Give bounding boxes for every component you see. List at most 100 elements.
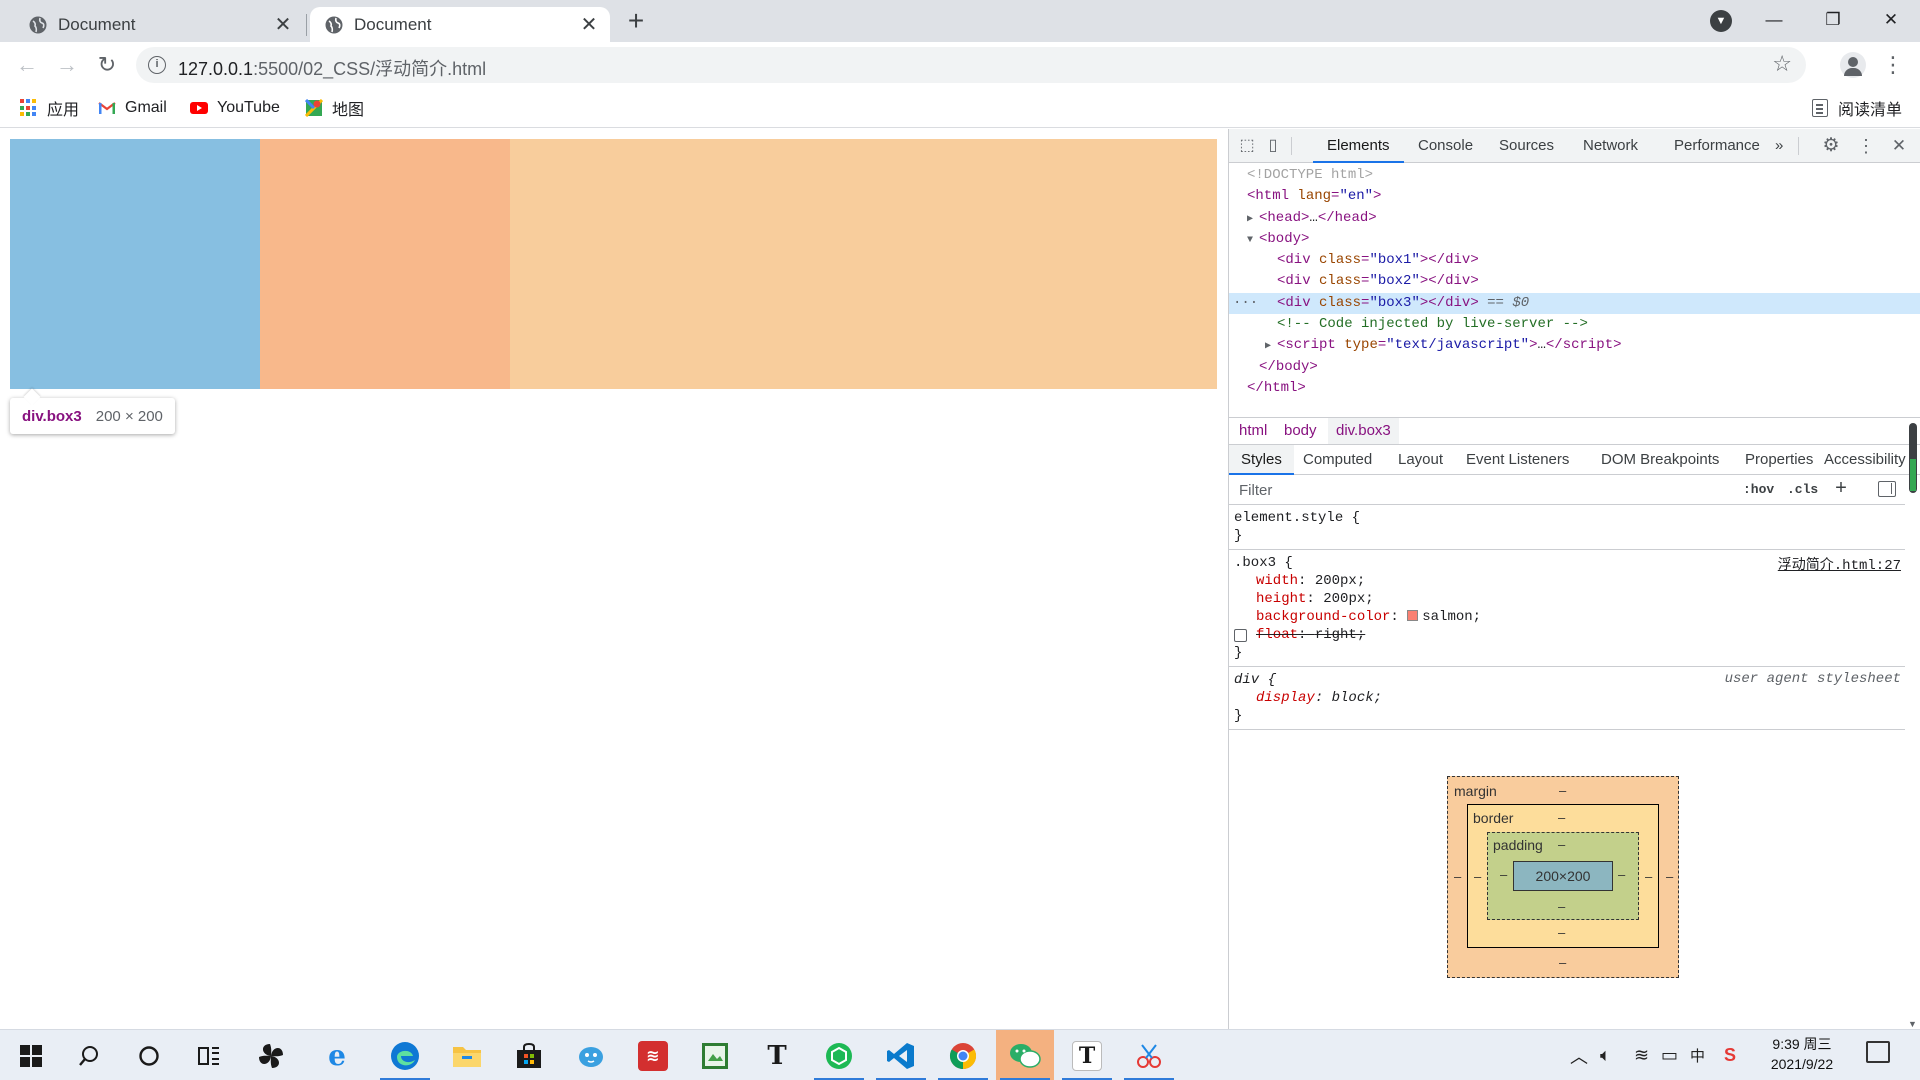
- profile-avatar-icon[interactable]: [1840, 52, 1866, 78]
- taskbar-edge[interactable]: [376, 1030, 434, 1080]
- info-icon[interactable]: i: [148, 56, 166, 74]
- back-arrow-icon[interactable]: ←: [12, 50, 42, 80]
- styles-scrollbar[interactable]: ▼: [1908, 419, 1918, 1029]
- hov-toggle[interactable]: :hov: [1743, 478, 1774, 502]
- page-box3-highlighted[interactable]: [510, 139, 1217, 389]
- tab-accessibility[interactable]: Accessibility: [1812, 445, 1918, 475]
- taskbar-ie[interactable]: e: [308, 1030, 366, 1080]
- tray-chevron-icon[interactable]: ︿: [1570, 1030, 1588, 1080]
- dom-node-box2[interactable]: <div class="box2"></div>: [1229, 271, 1920, 292]
- taskbar-app[interactable]: [242, 1030, 300, 1080]
- browser-tab[interactable]: Document ✕: [14, 7, 304, 42]
- dom-node-comment[interactable]: <!-- Code injected by live-server -->: [1229, 314, 1920, 335]
- taskbar-cortana[interactable]: [120, 1030, 178, 1080]
- minimize-button[interactable]: —: [1751, 2, 1797, 38]
- bookmark-apps[interactable]: 应用: [20, 96, 79, 120]
- window-close-button[interactable]: ✕: [1868, 2, 1914, 38]
- node-actions-dots-icon[interactable]: ···: [1233, 293, 1258, 314]
- volume-icon[interactable]: 🔈︎: [1600, 1030, 1611, 1080]
- breadcrumb-html[interactable]: html: [1231, 418, 1275, 444]
- dom-node-body-close[interactable]: </body>: [1229, 357, 1920, 378]
- page-box1[interactable]: [10, 139, 260, 389]
- reload-icon[interactable]: ↻: [92, 50, 122, 80]
- styles-filter-input[interactable]: [1233, 478, 1733, 502]
- tab-styles[interactable]: Styles: [1229, 445, 1294, 475]
- input-method-icon[interactable]: 中: [1690, 1030, 1705, 1080]
- device-toolbar-icon[interactable]: ▯: [1263, 136, 1283, 156]
- color-swatch-icon[interactable]: [1407, 610, 1419, 621]
- rule-source-link[interactable]: 浮动简介.html:27: [1778, 554, 1901, 574]
- taskbar-file-explorer[interactable]: [438, 1030, 496, 1080]
- taskbar-task-view[interactable]: [180, 1030, 238, 1080]
- cls-toggle[interactable]: .cls: [1787, 478, 1818, 502]
- taskbar-wechat[interactable]: [996, 1030, 1054, 1080]
- battery-icon[interactable]: ▭: [1661, 1030, 1678, 1080]
- page-box2[interactable]: [260, 139, 510, 389]
- taskbar-store[interactable]: [500, 1030, 558, 1080]
- dom-node-html-close[interactable]: </html>: [1229, 378, 1920, 399]
- dom-node-script[interactable]: ▶ <script type="text/javascript">…</scrip…: [1229, 335, 1920, 356]
- breadcrumb-body[interactable]: body: [1276, 418, 1325, 444]
- tab-dom-breakpoints[interactable]: DOM Breakpoints: [1589, 445, 1731, 475]
- dom-node-box1[interactable]: <div class="box1"></div>: [1229, 250, 1920, 271]
- taskbar-snip-app[interactable]: [1120, 1030, 1178, 1080]
- browser-tab-active[interactable]: Document ✕: [310, 7, 610, 42]
- taskbar-bird-app[interactable]: [562, 1030, 620, 1080]
- taskbar-clock[interactable]: 9:39 周三 2021/9/22: [1752, 1034, 1852, 1074]
- tab-performance[interactable]: Performance: [1660, 129, 1774, 163]
- tab-network[interactable]: Network: [1569, 129, 1652, 163]
- tab-console[interactable]: Console: [1404, 129, 1487, 163]
- style-property[interactable]: background-color: salmon;: [1234, 608, 1905, 626]
- url-text[interactable]: 127.0.0.1:5500/02_CSS/浮动简介.html: [178, 55, 486, 81]
- taskbar-chrome[interactable]: [934, 1030, 992, 1080]
- taskbar-vscode[interactable]: [872, 1030, 930, 1080]
- property-toggle-checkbox[interactable]: [1234, 629, 1247, 642]
- tab-search-icon[interactable]: ▼: [1710, 10, 1732, 32]
- tab-sources[interactable]: Sources: [1485, 129, 1568, 163]
- inspect-element-icon[interactable]: ⬚: [1237, 136, 1257, 156]
- style-property-disabled[interactable]: float: right;: [1234, 626, 1905, 644]
- new-tab-button[interactable]: +: [622, 7, 650, 36]
- bookmark-star-icon[interactable]: ☆: [1772, 51, 1792, 77]
- bookmark-gmail[interactable]: Gmail: [98, 96, 167, 120]
- tab-event-listeners[interactable]: Event Listeners: [1454, 445, 1581, 475]
- taskbar-typora[interactable]: T: [748, 1030, 806, 1080]
- expand-triangle-icon[interactable]: ▶: [1265, 336, 1277, 357]
- tab-computed[interactable]: Computed: [1291, 445, 1384, 475]
- wifi-icon[interactable]: ≋: [1634, 1030, 1649, 1080]
- taskbar-search[interactable]: [60, 1030, 118, 1080]
- forward-arrow-icon[interactable]: →: [52, 50, 82, 80]
- dom-node-body[interactable]: ▼ <body>: [1229, 229, 1920, 250]
- more-tabs-chevron-icon[interactable]: »: [1769, 129, 1789, 163]
- style-property[interactable]: width: 200px;: [1234, 572, 1905, 590]
- tab-layout[interactable]: Layout: [1386, 445, 1455, 475]
- box-model-content[interactable]: 200×200: [1513, 861, 1613, 891]
- computed-sidebar-toggle-icon[interactable]: [1878, 481, 1896, 497]
- maximize-button[interactable]: ❐: [1810, 2, 1856, 38]
- bookmark-maps[interactable]: 地图: [305, 96, 364, 120]
- dom-node-html[interactable]: <html lang="en">: [1229, 186, 1920, 207]
- new-style-rule-plus-icon[interactable]: +: [1835, 478, 1847, 502]
- dom-node-box3-selected[interactable]: ··· <div class="box3"></div> == $0: [1229, 292, 1920, 315]
- settings-gear-icon[interactable]: ⚙: [1821, 136, 1841, 156]
- bookmark-youtube[interactable]: YouTube: [190, 96, 280, 120]
- start-button[interactable]: [2, 1030, 60, 1080]
- dom-node-doctype[interactable]: <!DOCTYPE html>: [1229, 165, 1920, 186]
- close-icon[interactable]: ✕: [578, 14, 600, 36]
- style-property[interactable]: height: 200px;: [1234, 590, 1905, 608]
- taskbar-photo-app[interactable]: [686, 1030, 744, 1080]
- expand-triangle-icon[interactable]: ▶: [1247, 209, 1259, 230]
- close-devtools-icon[interactable]: ✕: [1889, 136, 1909, 156]
- close-icon[interactable]: ✕: [272, 14, 294, 36]
- breadcrumb-div-box3[interactable]: div.box3: [1328, 418, 1399, 444]
- devtools-menu-icon[interactable]: ⋮: [1856, 136, 1876, 156]
- menu-dots-icon[interactable]: ⋮: [1882, 50, 1904, 80]
- reading-list-button[interactable]: 阅读清单: [1811, 96, 1902, 120]
- sogou-ime-icon[interactable]: S: [1724, 1030, 1736, 1080]
- address-bar[interactable]: i 127.0.0.1:5500/02_CSS/浮动简介.html ☆: [136, 47, 1806, 83]
- taskbar-text-app[interactable]: T: [1058, 1030, 1116, 1080]
- dom-node-head[interactable]: ▶ <head>…</head>: [1229, 208, 1920, 229]
- notification-center-icon[interactable]: [1866, 1041, 1890, 1063]
- rule-selector[interactable]: element.style {: [1234, 509, 1905, 527]
- taskbar-green-app[interactable]: [810, 1030, 868, 1080]
